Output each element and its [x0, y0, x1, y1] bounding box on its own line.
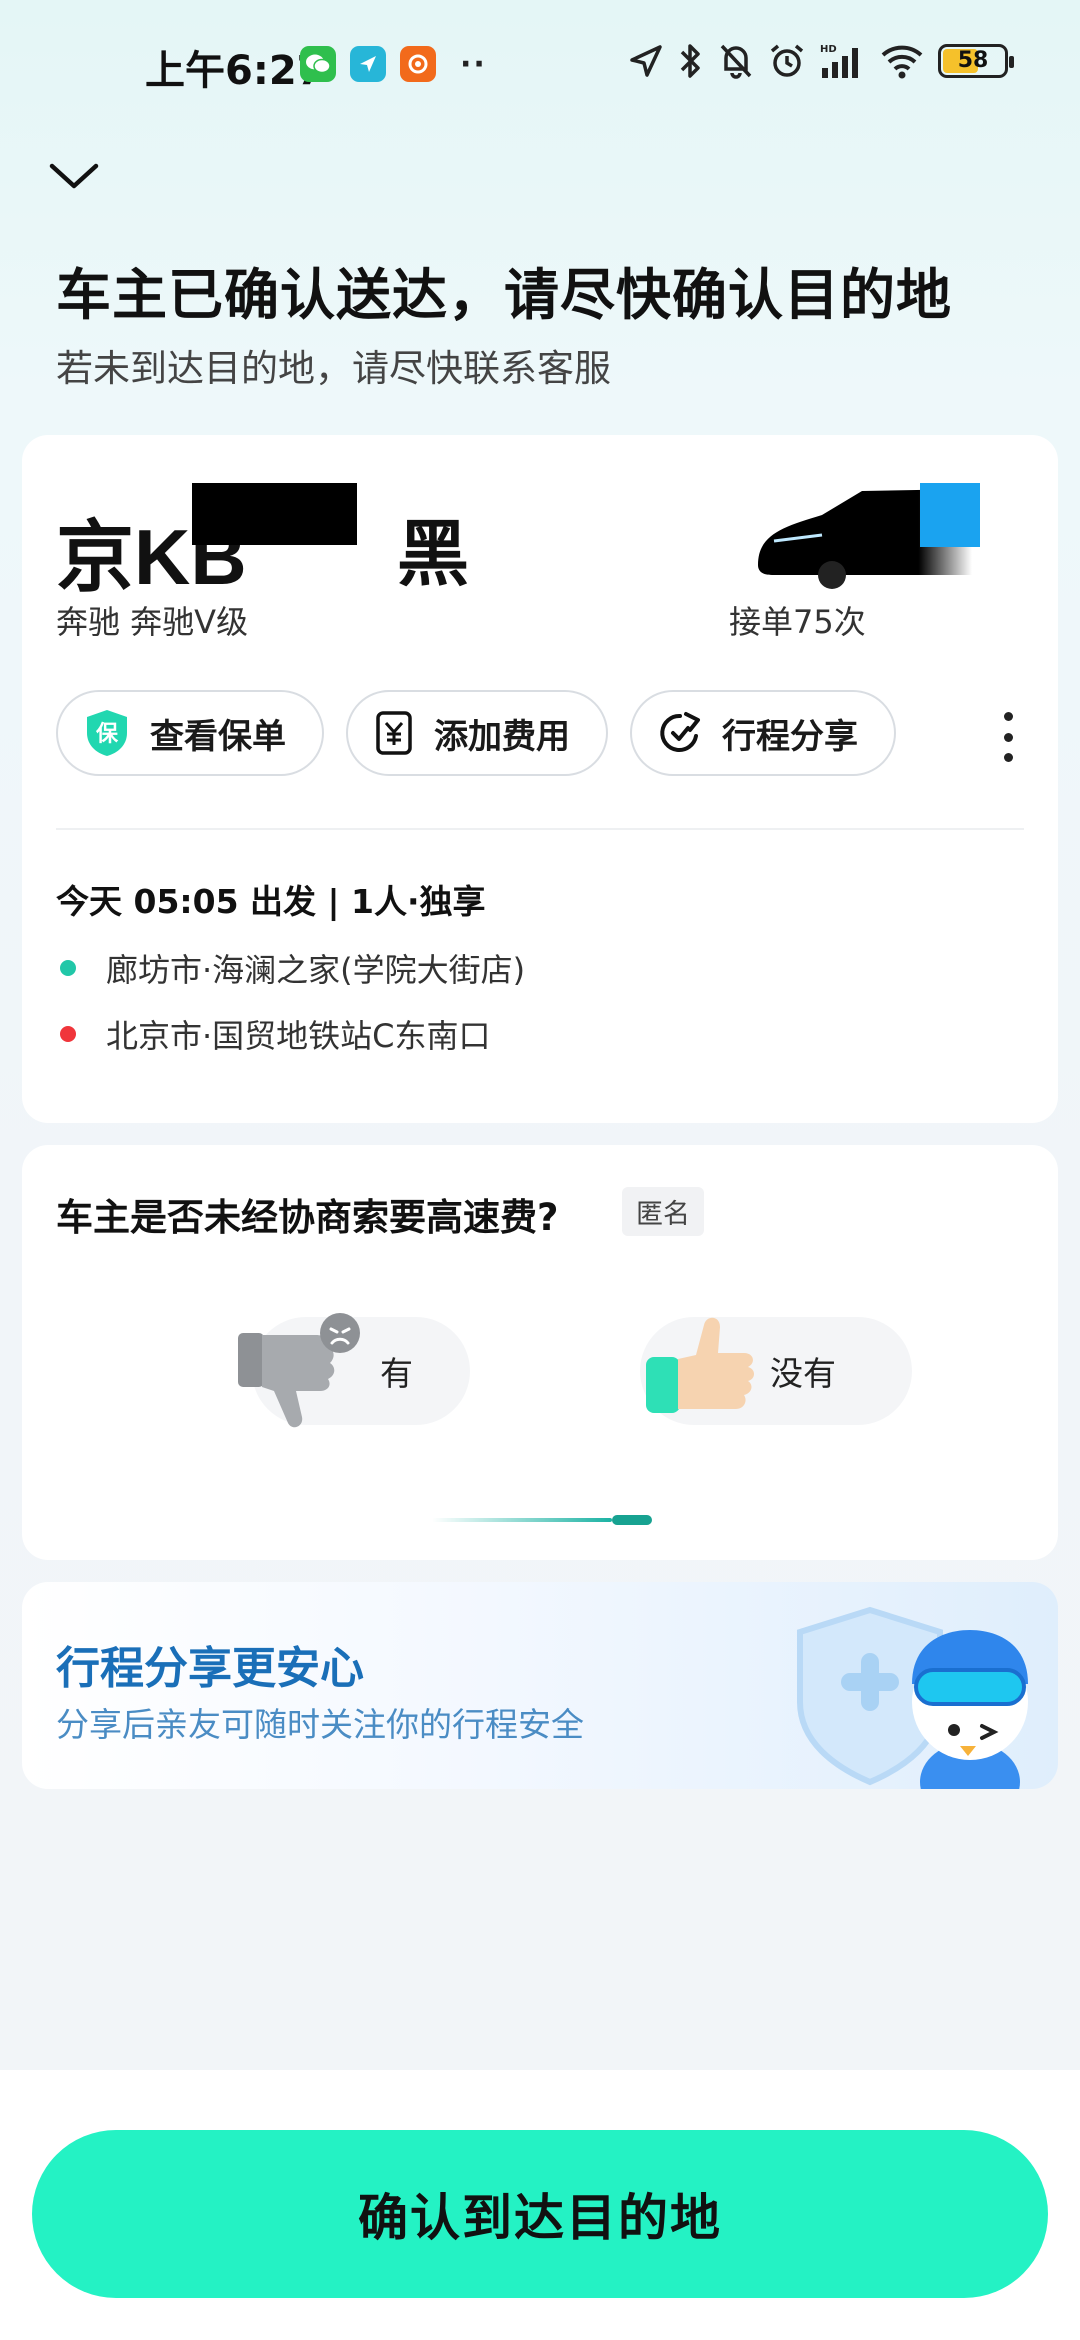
- answer-yes-label: 有: [380, 1354, 413, 1393]
- destination-dot: [60, 1026, 76, 1042]
- share-banner-title: 行程分享更安心: [56, 1643, 364, 1694]
- wechat-icon: [300, 46, 336, 82]
- mascot-icon: [797, 1606, 1028, 1789]
- add-fee-label: 添加费用: [434, 716, 570, 757]
- carousel-indicator: [432, 1515, 652, 1525]
- thumbs-up-icon: [646, 1317, 754, 1413]
- share-trip-button[interactable]: 行程分享: [630, 690, 896, 776]
- share-trip-label: 行程分享: [722, 716, 858, 757]
- status-time: 上午6:27: [145, 48, 325, 94]
- more-notifications: ··: [460, 46, 487, 82]
- chevron-down-icon: [49, 163, 99, 189]
- trip-info-card: 京KB 黑 奔驰 奔驰V级 接单75次 保 查看保单 添加费用 行程分享 今天 …: [22, 435, 1058, 1123]
- svg-text:保: 保: [95, 722, 119, 747]
- view-insurance-label: 查看保单: [150, 716, 286, 757]
- destination-label: 北京市·国贸地铁站C东南口: [106, 1017, 491, 1055]
- confirm-arrival-button[interactable]: 确认到达目的地: [32, 2130, 1048, 2298]
- car-color: 黑: [397, 512, 470, 596]
- bluetooth-icon: [680, 44, 700, 78]
- location-app-icon: [350, 46, 386, 82]
- collapse-button[interactable]: [44, 150, 104, 200]
- orange-app-icon: [400, 46, 436, 82]
- more-options-icon[interactable]: [998, 712, 1018, 762]
- page-subtitle: 若未到达目的地，请尽快联系客服: [56, 347, 611, 390]
- share-banner-subtitle: 分享后亲友可随时关注你的行程安全: [56, 1705, 584, 1744]
- car-model: 奔驰 奔驰V级: [56, 603, 249, 641]
- signal-icon: HD: [820, 44, 858, 78]
- bottom-action-bar: 确认到达目的地: [0, 2070, 1080, 2340]
- svg-text:HD: HD: [820, 44, 837, 55]
- wifi-icon: [881, 45, 923, 79]
- thumbs-down-icon: [238, 1313, 360, 1428]
- battery-level: 58: [957, 48, 989, 73]
- car-image: [758, 483, 1022, 589]
- fee-feedback-card: 车主是否未经协商索要高速费? 匿名 有 没有: [22, 1145, 1058, 1560]
- view-insurance-button[interactable]: 保 查看保单: [56, 690, 324, 776]
- page-title: 车主已确认送达，请尽快确认目的地: [56, 263, 953, 327]
- fee-yuan-icon: [376, 711, 412, 755]
- status-bar: 上午6:27 ·· HD 58: [0, 0, 1080, 130]
- share-trip-icon: [660, 712, 700, 752]
- route-destination: 北京市·国贸地铁站C东南口: [60, 1011, 491, 1057]
- alarm-icon: [770, 44, 804, 77]
- divider: [56, 828, 1024, 830]
- fee-question: 车主是否未经协商索要高速费?: [56, 1196, 559, 1239]
- status-indicators: HD 58: [628, 42, 1014, 80]
- battery-icon: 58: [938, 44, 1014, 78]
- origin-dot: [60, 960, 76, 976]
- origin-label: 廊坊市·海澜之家(学院大街店): [106, 951, 526, 989]
- route-origin: 廊坊市·海澜之家(学院大街店): [60, 945, 525, 991]
- share-banner[interactable]: 行程分享更安心 分享后亲友可随时关注你的行程安全: [22, 1582, 1058, 1789]
- location-icon: [630, 45, 662, 77]
- plate-redaction: [192, 483, 357, 545]
- action-pills: 保 查看保单 添加费用 行程分享: [56, 690, 896, 776]
- driver-order-count: 接单75次: [729, 603, 866, 641]
- add-fee-button[interactable]: 添加费用: [346, 690, 608, 776]
- mute-bell-icon: [720, 44, 752, 79]
- departure-info: 今天 05:05 出发 | 1人·独享: [56, 882, 486, 921]
- status-app-icons: ··: [300, 46, 487, 82]
- insurance-shield-icon: 保: [87, 710, 127, 756]
- answer-no-label: 没有: [770, 1354, 836, 1393]
- anonymous-tag: 匿名: [622, 1187, 704, 1236]
